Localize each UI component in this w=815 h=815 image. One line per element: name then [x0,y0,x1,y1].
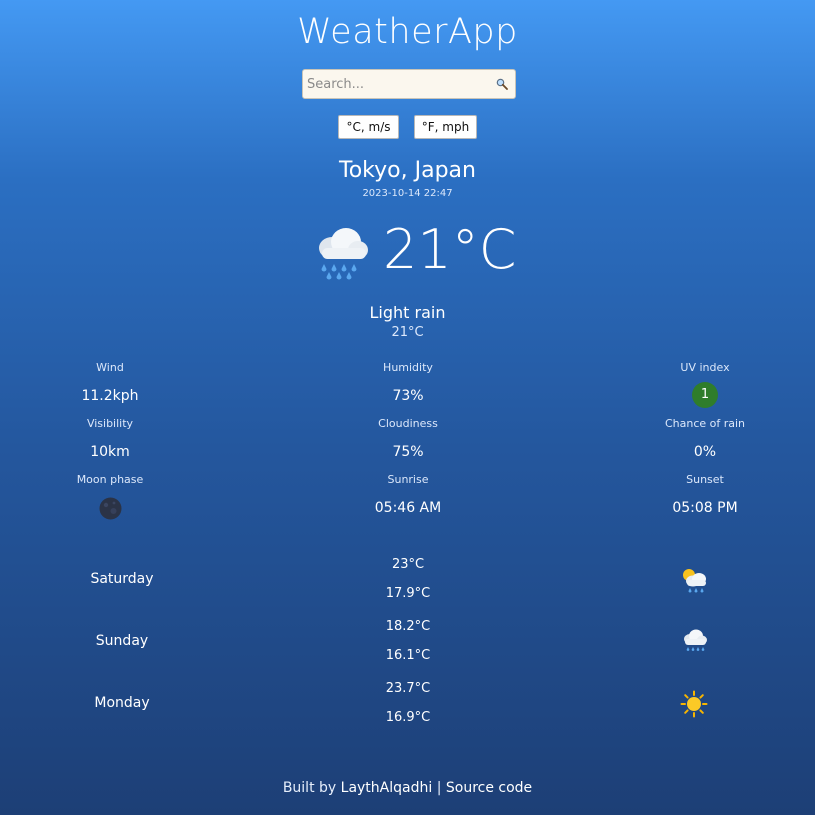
wind-value: 11.2kph [81,388,139,404]
author-link[interactable]: LaythAlqadhi [341,780,433,796]
moon-phase-label: Moon phase [76,473,144,486]
uv-index-label: UV index [680,361,730,374]
cloud-rain-icon [319,228,368,280]
sun-cloud-rain-icon [683,569,706,593]
forecast-day-name: Saturday [90,571,154,587]
source-code-link[interactable]: Source code [446,780,532,796]
forecast-day-name: Sunday [95,633,149,649]
rain-chance-value: 0% [693,444,717,460]
forecast-high-temp: 18.2°C [385,619,431,634]
footer-separator: | [436,780,442,796]
visibility-value: 10km [90,444,130,460]
search-input[interactable] [303,70,501,98]
current-temperature: 21°C [383,218,517,281]
forecast-high-temp: 23.7°C [385,681,431,696]
footer: Built by LaythAlqadhi | Source code [0,780,815,796]
forecast-high-temp: 23°C [391,557,425,572]
app-title: WeatherApp [297,12,518,52]
cloudiness-label: Cloudiness [378,417,438,430]
humidity-value: 73% [392,388,424,404]
search-box[interactable] [302,69,516,99]
cloud-rain-icon [684,629,707,651]
sunset-value: 05:08 PM [672,500,738,516]
sunset-label: Sunset [686,473,724,486]
metric-units-button[interactable]: °C, m/s [338,115,399,139]
sunrise-value: 05:46 AM [374,500,442,516]
uv-index-badge: 1 [692,382,718,408]
forecast-low-temp: 17.9°C [385,586,431,601]
location-name: Tokyo, Japan [339,158,476,183]
visibility-label: Visibility [86,417,134,430]
condition-text: Light rain [369,303,446,322]
search-icon[interactable] [496,78,508,90]
sunrise-label: Sunrise [387,473,429,486]
imperial-units-button[interactable]: °F, mph [414,115,477,139]
new-moon-icon [99,497,122,520]
humidity-label: Humidity [383,361,433,374]
cloudiness-value: 75% [392,444,424,460]
footer-built-by: Built by [282,780,337,796]
wind-label: Wind [96,361,124,374]
forecast-day-name: Monday [94,695,150,711]
rain-chance-label: Chance of rain [664,417,746,430]
local-time: 2023-10-14 22:47 [362,188,453,199]
forecast-low-temp: 16.9°C [385,710,431,725]
forecast-low-temp: 16.1°C [385,648,431,663]
sun-icon [680,690,708,718]
feels-like-temperature: 21°C [391,325,424,340]
